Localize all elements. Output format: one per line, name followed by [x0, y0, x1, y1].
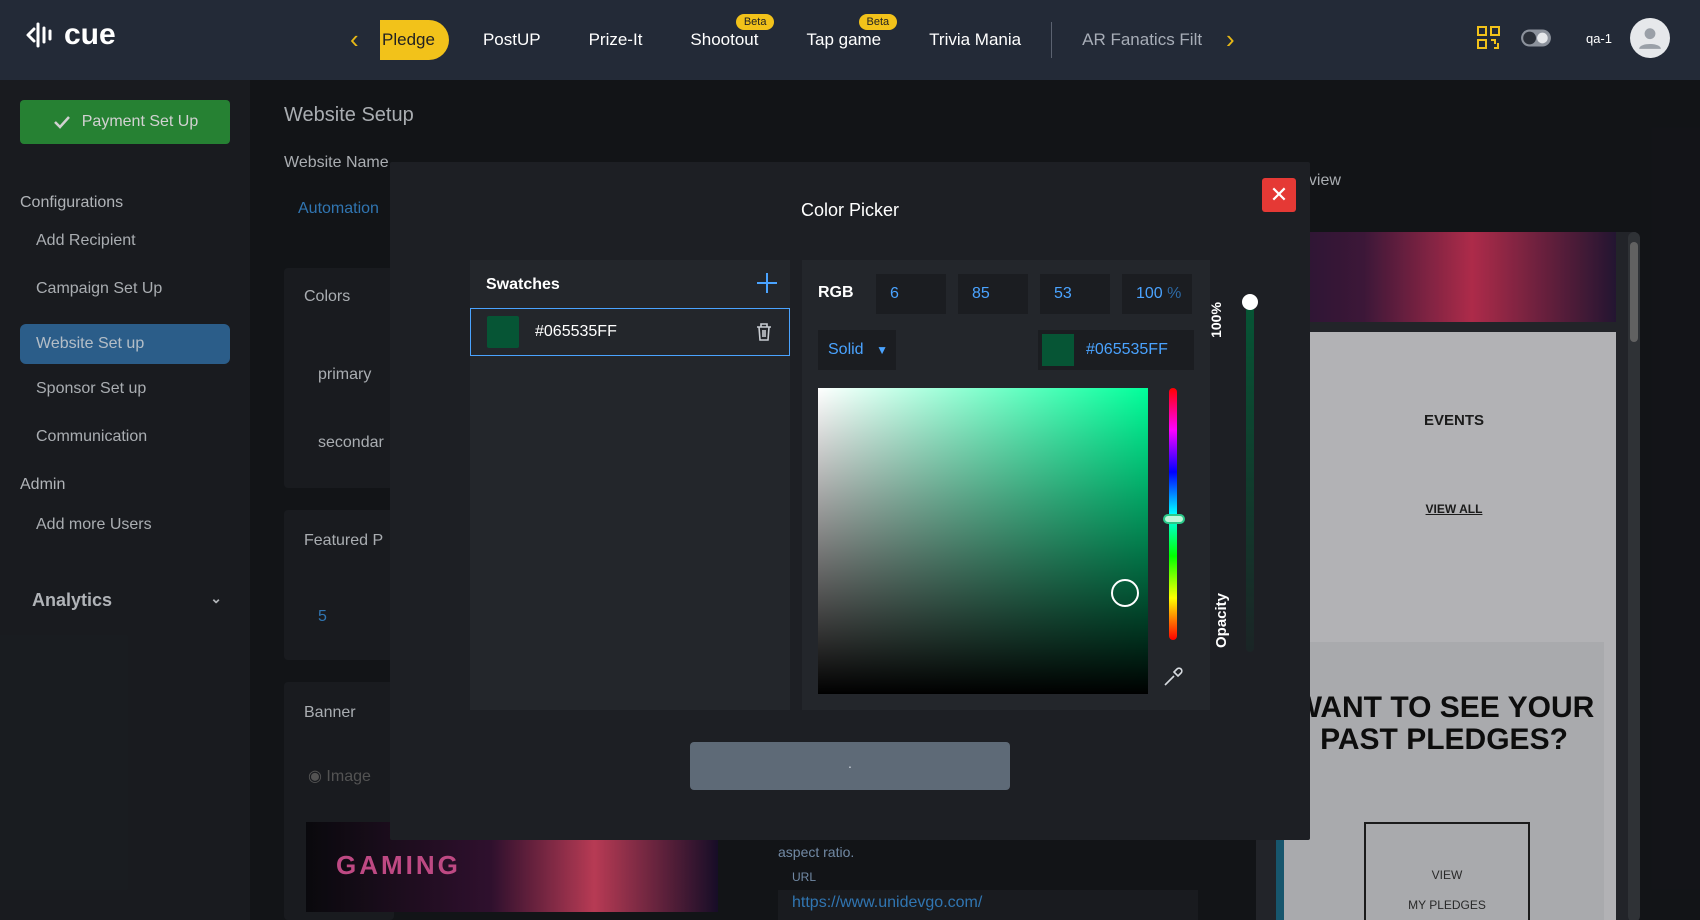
swatch-hex: #065535FF	[535, 323, 617, 340]
tab-label: Trivia Mania	[929, 30, 1022, 49]
swatches-heading: Swatches	[486, 276, 560, 293]
opacity-label: Opacity	[1213, 592, 1231, 649]
hex-field[interactable]: #065535FF	[1038, 330, 1194, 370]
current-color-chip	[1042, 334, 1074, 366]
swatch-color-chip	[487, 316, 519, 348]
alpha-value: 100	[1136, 285, 1163, 302]
logo-text: cue	[64, 18, 116, 51]
tab-label: Shootout	[690, 30, 759, 49]
eyedropper-icon[interactable]	[1162, 666, 1184, 688]
swatches-panel: Swatches #065535FF	[470, 260, 790, 710]
tab-shootout[interactable]: Shootout Beta	[666, 14, 782, 60]
tab-label: AR Fanatics Filt	[1082, 30, 1203, 49]
nav-next-arrow-icon[interactable]: ›	[1226, 24, 1235, 55]
opacity-handle[interactable]	[1242, 294, 1258, 310]
add-swatch-icon[interactable]	[754, 270, 780, 296]
loading-dot: ·	[847, 758, 853, 774]
close-button[interactable]: ✕	[1262, 178, 1296, 212]
opacity-control: 100% Opacity	[1208, 282, 1258, 662]
product-tabs: Pledge PostUP Prize-It Shootout Beta Tap …	[380, 14, 1226, 60]
tab-label: Pledge	[382, 30, 435, 49]
tab-label: PostUP	[482, 30, 541, 49]
tab-ar-fanatics[interactable]: AR Fanatics Filt	[1058, 20, 1226, 60]
fill-mode-value: Solid	[828, 341, 864, 358]
modal-title: Color Picker	[800, 200, 900, 220]
top-navbar: cue ‹ Pledge PostUP Prize-It Shootout Bet…	[0, 0, 1700, 80]
trash-icon[interactable]	[753, 321, 775, 343]
caret-down-icon: ▼	[876, 343, 888, 357]
green-input[interactable]: 85	[958, 274, 1028, 314]
nav-divider	[1051, 22, 1053, 58]
saturation-brightness-area[interactable]	[818, 388, 1148, 694]
hue-handle[interactable]	[1163, 514, 1185, 525]
tab-label: Tap game	[806, 30, 882, 49]
user-name[interactable]: qa-1	[1586, 31, 1612, 46]
alpha-input[interactable]: 100 %	[1122, 274, 1192, 314]
opacity-slider[interactable]	[1246, 302, 1254, 652]
red-input[interactable]: 6	[876, 274, 946, 314]
alpha-unit: %	[1167, 285, 1182, 302]
hex-value: #065535FF	[1086, 341, 1168, 358]
tab-tap-game[interactable]: Tap game Beta	[782, 14, 905, 60]
tab-label: Prize-It	[588, 30, 643, 49]
nav-prev-arrow-icon[interactable]: ‹	[350, 24, 359, 55]
tab-postup[interactable]: PostUP	[459, 20, 565, 60]
top-right-controls: qa-1	[1476, 18, 1670, 58]
swatch-item[interactable]: #065535FF	[470, 308, 790, 356]
close-icon: ✕	[1269, 182, 1289, 207]
tab-prize-it[interactable]: Prize-It	[565, 20, 667, 60]
cue-logo[interactable]: cue	[24, 18, 116, 52]
blue-input[interactable]: 53	[1040, 274, 1110, 314]
avatar[interactable]	[1630, 18, 1670, 58]
theme-toggle-icon[interactable]	[1520, 25, 1552, 51]
opacity-percent: 100%	[1207, 302, 1224, 338]
user-icon	[1639, 28, 1661, 49]
beta-badge: Beta	[735, 14, 775, 30]
color-picker-modal: Color Picker ✕ Swatches #065535FF RGB 6 …	[390, 162, 1310, 840]
tab-trivia-mania[interactable]: Trivia Mania	[905, 20, 1045, 60]
beta-badge: Beta	[858, 14, 898, 30]
apply-button[interactable]: ·	[690, 742, 1010, 790]
qr-code-icon[interactable]	[1476, 25, 1502, 51]
sound-wave-icon	[26, 22, 52, 48]
rgb-label: RGB	[818, 284, 854, 301]
color-handle[interactable]	[1110, 579, 1139, 608]
picker-panel: RGB 6 85 53 100 % Solid ▼ #065535FF	[802, 260, 1210, 710]
fill-mode-select[interactable]: Solid ▼	[818, 330, 896, 370]
tab-pledge[interactable]: Pledge	[380, 20, 449, 60]
